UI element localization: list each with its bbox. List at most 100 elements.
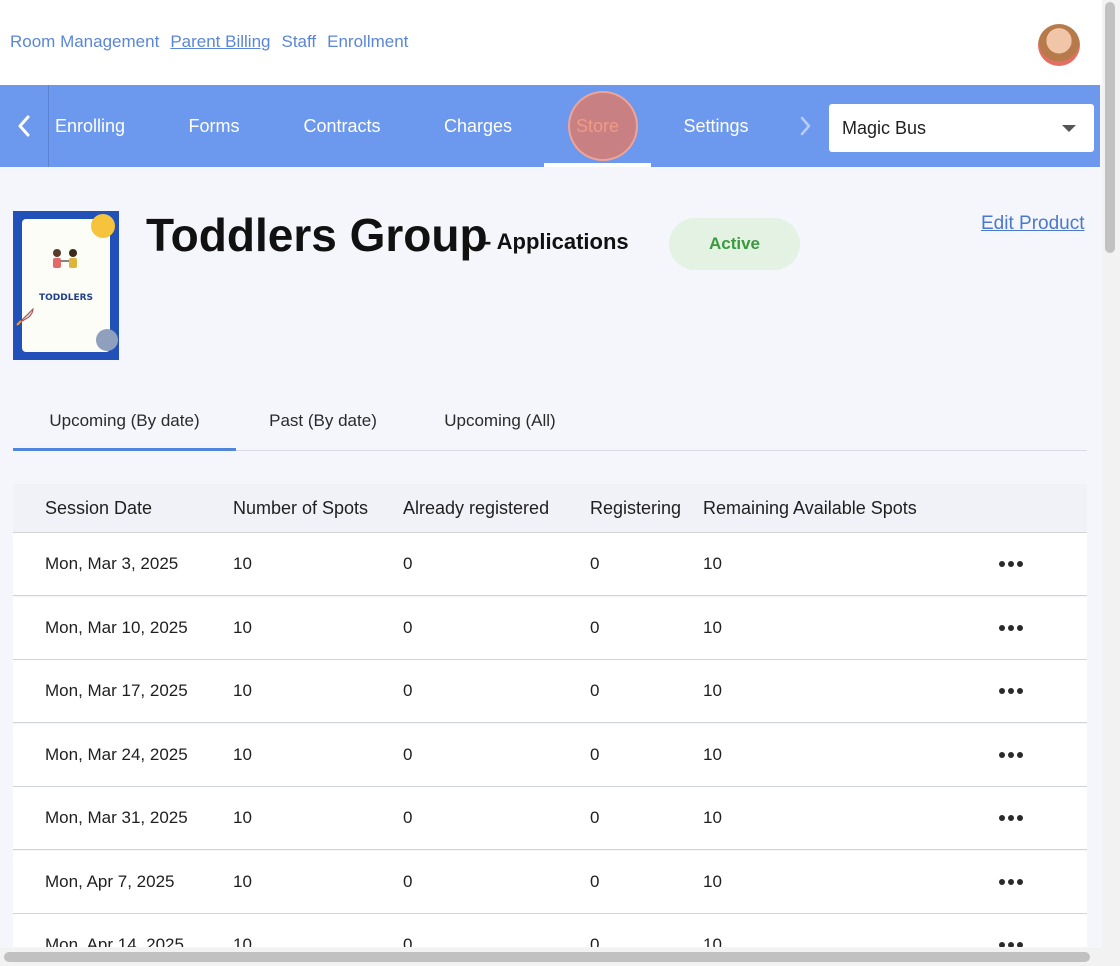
more-horizontal-icon[interactable]: [999, 938, 1027, 947]
link-enrollment[interactable]: Enrollment: [327, 32, 408, 52]
table-cell: 0: [590, 871, 600, 891]
dot: [999, 751, 1005, 758]
dot: [1008, 624, 1014, 631]
top-links: Room Management Parent Billing Staff Enr…: [10, 32, 408, 52]
table-cell: 10: [233, 617, 252, 637]
table-cell: 0: [590, 744, 600, 764]
table-cell: 10: [233, 935, 252, 947]
dot: [1017, 751, 1023, 758]
dot: [1017, 878, 1023, 885]
more-horizontal-icon[interactable]: [999, 811, 1027, 825]
tab-forms[interactable]: Forms: [180, 85, 248, 167]
top-bar: Room Management Parent Billing Staff Enr…: [0, 0, 1102, 85]
more-horizontal-icon[interactable]: [999, 875, 1027, 889]
tab-upcoming-all[interactable]: Upcoming (All): [427, 392, 573, 450]
table-cell: 10: [233, 681, 252, 700]
user-avatar[interactable]: [1038, 24, 1080, 66]
school-select[interactable]: Magic Bus: [829, 104, 1094, 152]
table-row: Mon, Mar 10, 2025 10 0 0 10: [13, 596, 1087, 660]
tab-settings[interactable]: Settings: [676, 85, 756, 167]
chevron-left-icon: [18, 115, 30, 137]
horizontal-scrollbar-thumb[interactable]: [4, 952, 1090, 962]
table-cell: Mon, Apr 14, 2025: [45, 935, 184, 947]
dot: [999, 942, 1005, 947]
column-registering: Registering: [590, 497, 682, 518]
vertical-scrollbar-thumb[interactable]: [1105, 2, 1115, 253]
table-cell: 10: [703, 744, 722, 764]
dot: [999, 688, 1005, 694]
table-cell: 10: [233, 808, 252, 827]
tab-contracts[interactable]: Contracts: [298, 85, 386, 167]
chevron-right-icon: [800, 116, 811, 136]
column-remaining-spots: Remaining Available Spots: [703, 497, 917, 518]
table-cell: 0: [590, 554, 600, 573]
nav-prev-button[interactable]: [0, 85, 49, 167]
tab-charges[interactable]: Charges: [436, 85, 520, 167]
table-header: Session Date Number of Spots Already reg…: [13, 484, 1087, 533]
dot: [999, 624, 1005, 631]
table-row: Mon, Apr 14, 2025 10 0 0 10: [13, 914, 1087, 947]
product-thumbnail: TODDLERS: [13, 211, 119, 360]
product-title: Toddlers Group: [146, 209, 488, 261]
more-horizontal-icon[interactable]: [999, 684, 1027, 698]
table-cell: 0: [403, 617, 413, 637]
caret-down-icon: [1062, 125, 1076, 132]
dot: [999, 878, 1005, 885]
link-parent-billing[interactable]: Parent Billing: [170, 32, 270, 52]
dot: [1017, 942, 1023, 947]
tab-past-by-date[interactable]: Past (By date): [253, 392, 393, 450]
column-number-of-spots: Number of Spots: [233, 497, 369, 518]
dot: [1008, 751, 1014, 758]
tab-store[interactable]: Store: [544, 85, 651, 167]
sun-icon: [91, 214, 115, 238]
table-row: Mon, Mar 17, 2025 10 0 0 10: [13, 660, 1087, 723]
more-horizontal-icon[interactable]: [999, 621, 1027, 635]
edit-product-link[interactable]: Edit Product: [981, 213, 1085, 235]
table-cell: Mon, Mar 3, 2025: [45, 554, 179, 573]
more-horizontal-icon[interactable]: [999, 557, 1027, 571]
table-cell: Mon, Apr 7, 2025: [45, 871, 175, 891]
table-cell: 0: [403, 808, 413, 827]
table-row: Mon, Mar 31, 2025 10 0 0 10: [13, 787, 1087, 850]
table-cell: 10: [233, 744, 252, 764]
dot: [1008, 878, 1014, 885]
nav-next-button[interactable]: [790, 85, 820, 167]
table-cell: 0: [403, 554, 413, 573]
dot: [1008, 815, 1014, 821]
table-row: Mon, Mar 3, 2025 10 0 0 10: [13, 533, 1087, 596]
link-room-management[interactable]: Room Management: [10, 32, 159, 52]
more-horizontal-icon[interactable]: [999, 748, 1027, 762]
table-cell: 10: [703, 681, 722, 700]
planet-icon: [96, 329, 118, 351]
tab-upcoming-by-date[interactable]: Upcoming (By date): [13, 392, 236, 451]
product-subtitle: - Applications: [484, 229, 629, 254]
table-cell: 10: [233, 871, 252, 891]
table-cell: 0: [590, 808, 600, 827]
table-cell: 0: [403, 681, 413, 700]
school-select-value: Magic Bus: [842, 117, 927, 138]
sessions-table: Session Date Number of Spots Already reg…: [13, 484, 1087, 947]
dot: [1017, 815, 1023, 821]
session-view-tabs: Upcoming (By date) Past (By date) Upcomi…: [13, 392, 1087, 451]
link-staff[interactable]: Staff: [281, 32, 316, 52]
children-illustration: [53, 249, 77, 268]
table-cell: 10: [703, 617, 722, 637]
table-cell: 0: [403, 871, 413, 891]
table-cell: 10: [703, 808, 722, 827]
column-session-date: Session Date: [45, 497, 153, 518]
table-cell: Mon, Mar 17, 2025: [45, 681, 188, 700]
status-badge: Active: [669, 218, 800, 270]
table-cell: Mon, Mar 10, 2025: [45, 617, 188, 637]
dot: [1017, 624, 1023, 631]
table-cell: 0: [590, 681, 600, 700]
table-cell: 0: [403, 935, 413, 947]
table-row: Mon, Apr 7, 2025 10 0 0 10: [13, 850, 1087, 914]
tab-enrolling[interactable]: Enrolling: [50, 85, 130, 167]
table-cell: 10: [233, 554, 252, 573]
table-cell: 0: [590, 935, 600, 947]
dot: [999, 815, 1005, 821]
rocket-icon: [16, 307, 34, 326]
table-cell: 10: [703, 935, 722, 947]
column-already-registered: Already registered: [403, 497, 550, 518]
table-cell: 10: [703, 554, 722, 573]
